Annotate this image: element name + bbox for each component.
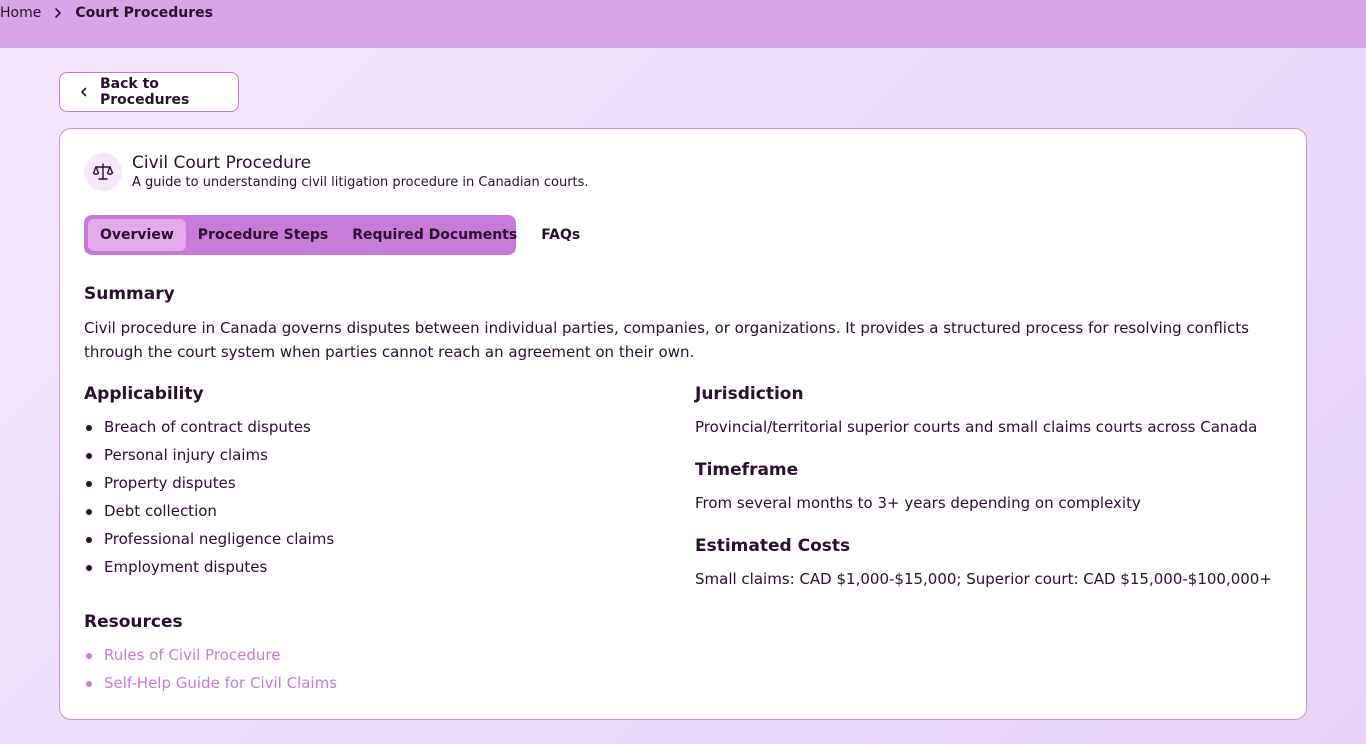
self-help-guide-link[interactable]: Self-Help Guide for Civil Claims xyxy=(104,674,337,692)
tab-required-documents[interactable]: Required Documents xyxy=(340,219,529,251)
list-item: Employment disputes xyxy=(84,553,334,581)
scale-icon xyxy=(84,153,122,191)
applicability-heading: Applicability xyxy=(84,384,204,404)
tab-faqs[interactable]: FAQs xyxy=(529,219,592,251)
back-button-label: Back to Procedures xyxy=(100,76,190,108)
list-item: Breach of contract disputes xyxy=(84,413,334,441)
back-to-procedures-button[interactable]: Back to Procedures xyxy=(59,72,239,112)
chevron-left-icon xyxy=(78,86,90,98)
resources-heading: Resources xyxy=(84,612,183,632)
breadcrumb-home[interactable]: Home xyxy=(0,5,41,21)
applicability-list: Breach of contract disputes Personal inj… xyxy=(84,413,334,581)
list-item: Debt collection xyxy=(84,497,334,525)
breadcrumb: Home Court Procedures xyxy=(0,4,213,22)
page-subtitle: A guide to understanding civil litigatio… xyxy=(132,175,589,190)
tab-bar: Overview Procedure Steps Required Docume… xyxy=(84,215,580,255)
timeframe-text: From several months to 3+ years dependin… xyxy=(695,494,1141,512)
list-item: Property disputes xyxy=(84,469,334,497)
chevron-right-icon xyxy=(51,6,65,20)
list-item: Personal injury claims xyxy=(84,441,334,469)
breadcrumb-current: Court Procedures xyxy=(75,5,213,21)
tab-overview[interactable]: Overview xyxy=(88,219,186,251)
jurisdiction-text: Provincial/territorial superior courts a… xyxy=(695,418,1258,436)
jurisdiction-heading: Jurisdiction xyxy=(695,384,804,404)
list-item: Self-Help Guide for Civil Claims xyxy=(84,669,337,697)
costs-heading: Estimated Costs xyxy=(695,536,851,556)
summary-heading: Summary xyxy=(84,284,175,304)
costs-text: Small claims: CAD $1,000-$15,000; Superi… xyxy=(695,570,1272,588)
page-title: Civil Court Procedure xyxy=(132,153,312,173)
resources-list: Rules of Civil Procedure Self-Help Guide… xyxy=(84,641,337,697)
summary-text: Civil procedure in Canada governs disput… xyxy=(84,319,1249,361)
tab-procedure-steps[interactable]: Procedure Steps xyxy=(186,219,340,251)
list-item: Professional negligence claims xyxy=(84,525,334,553)
timeframe-heading: Timeframe xyxy=(695,460,799,480)
rules-of-civil-procedure-link[interactable]: Rules of Civil Procedure xyxy=(104,646,280,664)
list-item: Rules of Civil Procedure xyxy=(84,641,337,669)
procedure-card: Civil Court Procedure A guide to underst… xyxy=(59,128,1307,720)
